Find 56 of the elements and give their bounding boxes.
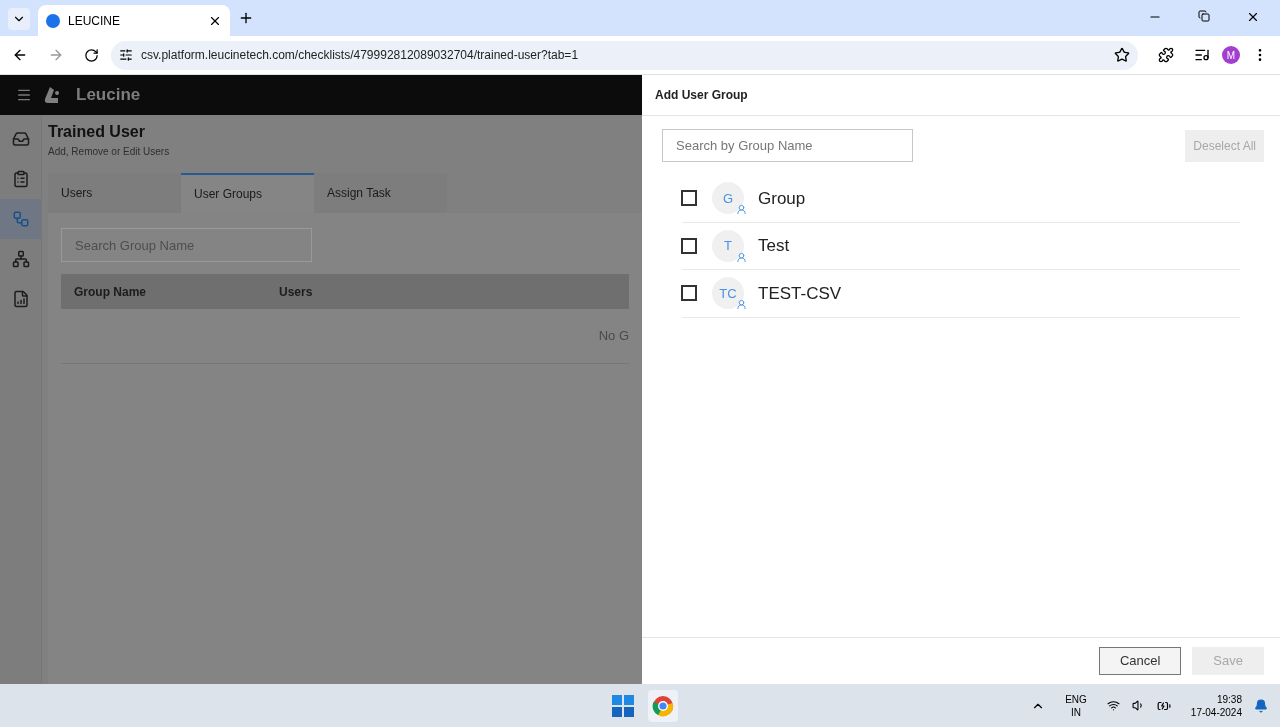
start-icon[interactable] <box>612 695 634 717</box>
page-title: Trained User <box>48 122 146 142</box>
new-tab-icon[interactable] <box>238 10 254 26</box>
search-field[interactable]: Search by Group Name <box>662 129 913 162</box>
forward-icon[interactable] <box>48 47 64 63</box>
group-row[interactable]: TC TEST-CSV <box>682 270 1240 318</box>
group-avatar: T <box>712 229 744 262</box>
checkbox[interactable] <box>681 237 697 254</box>
extensions-icon[interactable] <box>1158 47 1174 63</box>
chrome-icon <box>652 695 674 717</box>
group-name: TEST-CSV <box>758 282 842 305</box>
flow-icon <box>11 210 30 228</box>
site-settings-icon[interactable] <box>119 48 133 62</box>
inbox-icon <box>11 130 30 148</box>
back-icon[interactable] <box>12 47 28 63</box>
cancel-button[interactable]: Cancel <box>1098 647 1182 675</box>
address-bar[interactable]: csv.platform.leucinetech.com/checklists/479992812089032704/trained-user?tab=1 <box>111 40 1138 70</box>
language-indicator[interactable]: ENG <box>1065 692 1087 706</box>
group-icon <box>736 299 747 311</box>
clock-date[interactable]: 17-04-2024 <box>1190 705 1242 719</box>
media-icon[interactable] <box>1194 47 1210 63</box>
group-avatar: TC <box>712 277 744 310</box>
report-icon <box>11 290 30 308</box>
tab[interactable]: User Groups <box>181 173 314 213</box>
group-row[interactable]: T Test <box>682 222 1240 270</box>
reload-icon[interactable] <box>84 47 99 63</box>
empty-state-text: No G <box>598 327 629 346</box>
tab-list-button[interactable] <box>8 8 30 30</box>
checkbox[interactable] <box>681 190 697 207</box>
checkbox[interactable] <box>681 285 697 302</box>
url-text: csv.platform.leucinetech.com/checklists/479992812089032704/trained-user?tab=1 <box>141 47 580 64</box>
group-name: Test <box>758 235 790 257</box>
page-subtitle: Add, Remove or Edit Users <box>48 145 171 159</box>
drawer-title: Add User Group <box>655 87 748 104</box>
tab-title: LEUCINE <box>68 12 121 30</box>
browser-taskbar-button[interactable] <box>648 690 678 722</box>
profile-avatar[interactable]: M <box>1222 46 1240 64</box>
hierarchy-icon <box>11 250 30 268</box>
wifi-icon[interactable] <box>1106 699 1120 712</box>
notification-icon[interactable] <box>1254 698 1268 713</box>
group-icon <box>736 204 747 216</box>
brand-name: Leucine <box>76 84 141 107</box>
column-header: Group Name <box>73 283 147 301</box>
clock-time[interactable]: 19:38 <box>1216 692 1242 706</box>
restore-icon[interactable] <box>1198 10 1210 22</box>
bookmark-icon[interactable] <box>1114 47 1130 63</box>
group-row[interactable]: G Group <box>682 175 1240 223</box>
group-avatar: G <box>712 182 744 215</box>
group-icon <box>736 251 747 263</box>
checklist-icon <box>11 170 30 188</box>
volume-icon[interactable] <box>1131 699 1145 712</box>
column-header: Users <box>279 283 313 301</box>
region-indicator[interactable]: IN <box>1071 705 1081 719</box>
browser-tab[interactable]: LEUCINE <box>38 5 230 36</box>
group-name: Group <box>758 187 806 210</box>
close-icon[interactable] <box>1246 10 1260 24</box>
